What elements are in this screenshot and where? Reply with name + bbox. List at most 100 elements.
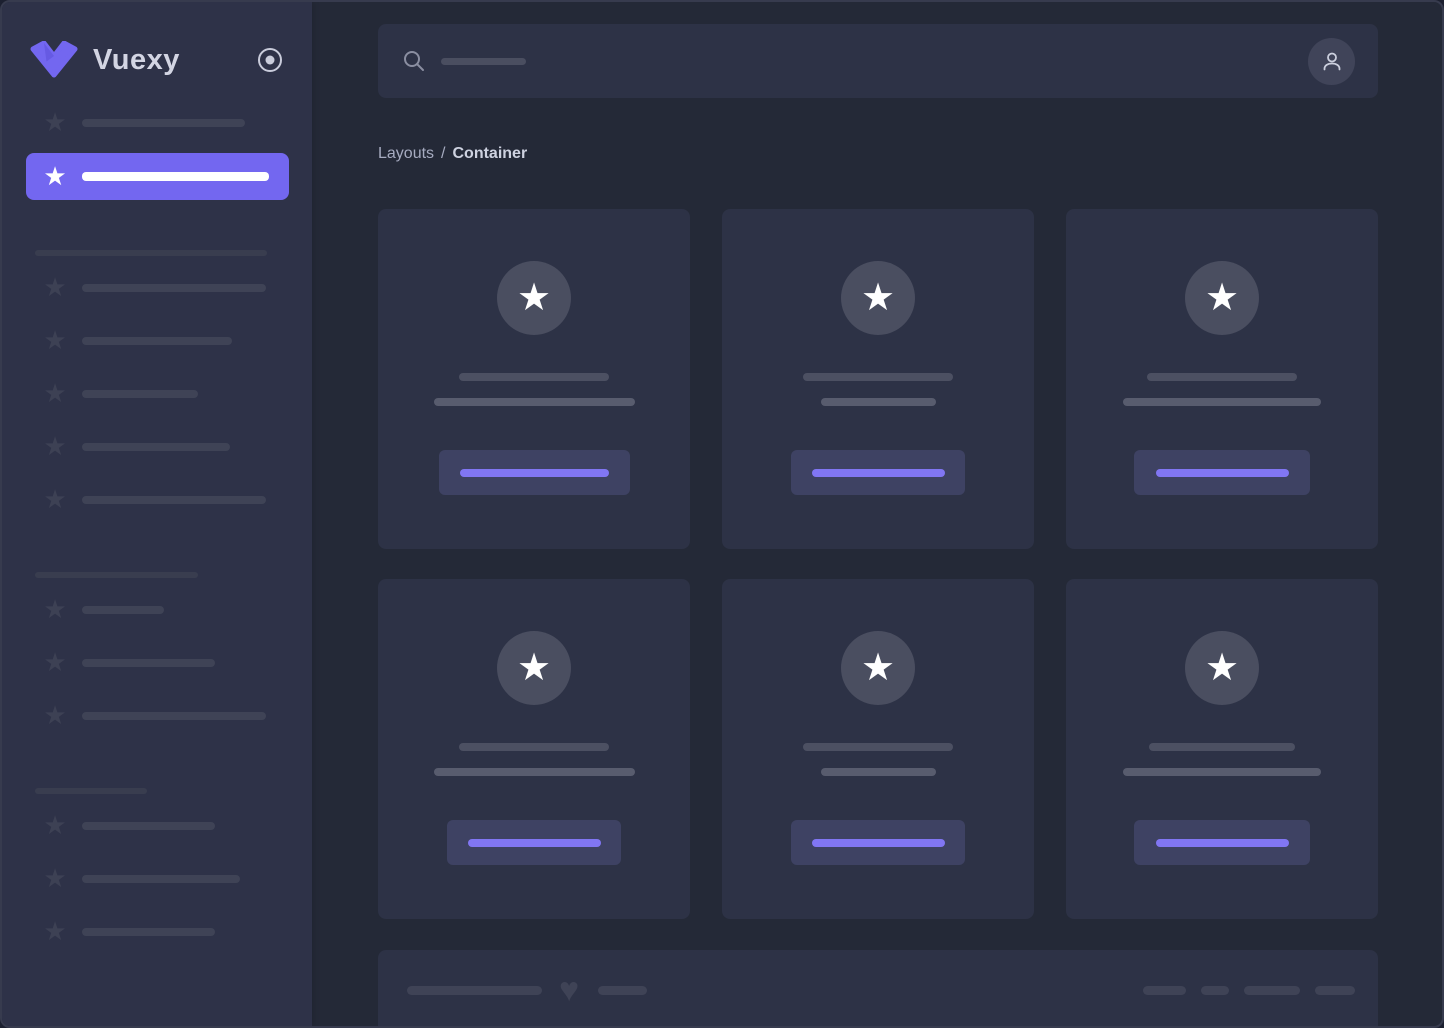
sidebar-item[interactable]: ★ [42,378,312,408]
menu-label-placeholder [82,927,215,936]
star-icon: ★ [43,325,67,355]
card-title-placeholder [1147,373,1297,381]
section-header-placeholder [35,788,147,794]
star-icon: ★ [43,700,67,730]
button-label-placeholder [459,468,609,477]
breadcrumb: Layouts / Container [378,145,1378,165]
sidebar-item[interactable]: ★ [42,486,312,512]
card-text-placeholder [433,398,635,406]
footer-link-placeholder [1315,985,1355,995]
button-label-placeholder [811,838,945,847]
card: ★ [378,579,690,919]
card-text-placeholder [820,398,936,406]
card-action-button[interactable] [447,820,621,865]
card-action-button[interactable] [791,450,965,495]
heart-icon: ♥ [559,971,580,1009]
card-action-button[interactable] [1134,820,1310,865]
brand-name: Vuexy [93,43,180,76]
star-icon: ★ [43,594,67,624]
card-avatar: ★ [497,631,571,705]
card-title-placeholder [459,373,609,381]
button-label-placeholder [1155,468,1289,477]
header-search-bar[interactable] [378,24,1378,98]
footer-text-placeholder [407,985,542,995]
card-title-placeholder [459,743,609,751]
menu-label-placeholder [82,658,215,667]
card: ★ [722,579,1034,919]
card-action-button[interactable] [1134,450,1310,495]
footer-link-placeholder [1143,985,1186,995]
menu-label-placeholder [82,605,164,614]
menu-label-placeholder [82,283,266,292]
sidebar-item[interactable]: ★ [42,431,312,461]
section-header-placeholder [35,250,267,256]
person-icon [1320,49,1344,73]
card: ★ [722,209,1034,549]
sidebar-item[interactable]: ★ [42,594,312,624]
menu-label-placeholder [82,336,232,345]
section-header-placeholder [35,572,198,578]
sidebar-item[interactable]: ★ [42,272,312,302]
card-text-placeholder [1123,768,1321,776]
footer-link-placeholder [1244,985,1300,995]
star-icon: ★ [43,863,67,893]
search-icon [403,50,425,72]
sidebar-nav: ★ ★ ★ ★ ★ ★ ★ ★ ★ ★ ★ ★ ★ [2,85,312,972]
sidebar-item[interactable]: ★ [42,700,312,730]
star-icon: ★ [860,647,896,689]
search-placeholder [441,57,526,65]
card: ★ [1066,579,1378,919]
menu-label-placeholder [82,711,266,720]
card-title-placeholder [803,743,953,751]
card-title-placeholder [1149,743,1295,751]
user-avatar-button[interactable] [1308,37,1355,85]
sidebar-item-active[interactable]: ★ [26,153,289,200]
card-avatar: ★ [1185,631,1259,705]
card-avatar: ★ [1185,261,1259,335]
card-avatar: ★ [497,261,571,335]
star-icon: ★ [43,272,67,302]
star-icon: ★ [43,431,67,461]
breadcrumb-parent[interactable]: Layouts [378,145,434,162]
star-icon: ★ [43,916,67,946]
card-action-button[interactable] [438,450,630,495]
star-icon: ★ [1204,277,1240,319]
menu-label-placeholder [82,495,266,504]
star-icon: ★ [43,107,67,137]
footer: ♥ [378,950,1378,1026]
cards-grid: ★ ★ ★ ★ ★ ★ [378,209,1378,919]
button-label-placeholder [811,468,945,477]
sidebar-item[interactable]: ★ [42,916,312,946]
sidebar-item[interactable]: ★ [42,810,312,840]
card: ★ [1066,209,1378,549]
button-label-placeholder [1155,838,1289,847]
app-window: Vuexy ★ ★ ★ ★ ★ ★ ★ ★ ★ ★ ★ ★ ★ Layouts … [0,0,1444,1028]
menu-label-placeholder [82,442,230,451]
sidebar: Vuexy ★ ★ ★ ★ ★ ★ ★ ★ ★ ★ ★ ★ ★ [2,2,312,1026]
sidebar-item[interactable]: ★ [42,107,312,137]
star-icon: ★ [43,810,67,840]
card-action-button[interactable] [791,820,965,865]
menu-label-placeholder [82,874,240,883]
footer-right [1143,985,1355,995]
menu-label-placeholder [82,172,269,181]
card-text-placeholder [1123,398,1321,406]
breadcrumb-separator: / [441,145,446,162]
star-icon: ★ [1204,647,1240,689]
sidebar-pin-toggle-icon[interactable] [257,47,283,73]
sidebar-item[interactable]: ★ [42,649,312,675]
footer-left: ♥ [407,971,648,1009]
star-icon: ★ [43,378,67,408]
menu-label-placeholder [82,821,215,830]
footer-text-placeholder [598,985,648,995]
menu-label-placeholder [82,118,245,127]
button-label-placeholder [467,838,601,847]
card: ★ [378,209,690,549]
brand-header: Vuexy [30,35,283,85]
card-text-placeholder [820,768,936,776]
vuexy-logo-icon [30,41,78,79]
sidebar-item[interactable]: ★ [42,325,312,355]
star-icon: ★ [516,647,552,689]
sidebar-item[interactable]: ★ [42,863,312,893]
star-icon: ★ [43,161,67,191]
